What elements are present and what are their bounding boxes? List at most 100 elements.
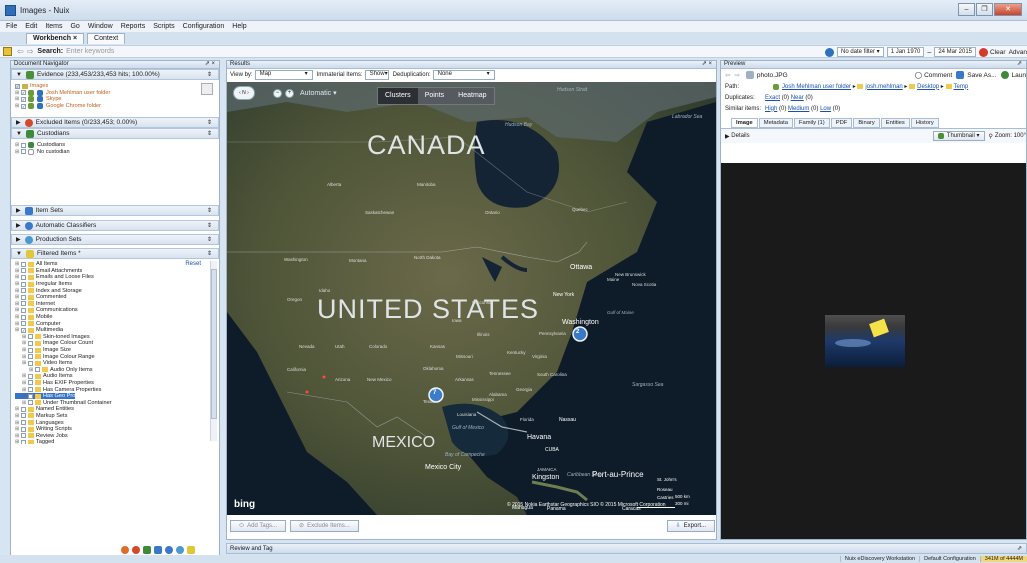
- custodian-item[interactable]: ⊞ Custodians: [15, 142, 219, 149]
- filter-tree-item[interactable]: ⊞ Communications: [15, 307, 219, 314]
- expand-icon[interactable]: ⊞: [15, 288, 20, 294]
- tab-history[interactable]: History: [910, 118, 939, 128]
- menu-help[interactable]: Help: [232, 23, 246, 30]
- expand-icon[interactable]: ⊞: [22, 360, 27, 366]
- exact-link[interactable]: Exact: [765, 95, 780, 101]
- filter-checkbox[interactable]: [21, 413, 26, 419]
- filter-tree-item[interactable]: ⊞ Computer: [15, 320, 219, 327]
- filter-tree-item[interactable]: ⊞ Has Camera Properties: [15, 386, 219, 393]
- menu-reports[interactable]: Reports: [121, 23, 146, 30]
- comment-icon[interactable]: ◯: [915, 71, 922, 79]
- date-filter-select[interactable]: No date filter ▾: [836, 47, 884, 57]
- filter-tree-item[interactable]: ⊞ ✓ Multimedia: [15, 327, 219, 334]
- sort-icon[interactable]: ⇕: [207, 236, 212, 243]
- filter-checkbox[interactable]: [21, 281, 26, 287]
- sort-icon[interactable]: ⇕: [207, 119, 212, 126]
- sort-icon[interactable]: ⇕: [207, 207, 212, 214]
- thumbnail-select[interactable]: Thumbnail ▾: [932, 131, 985, 141]
- panel-menu-icon[interactable]: ⇗: [1017, 544, 1022, 554]
- panel-menu-icon[interactable]: ⇗ ×: [702, 61, 712, 68]
- expand-icon[interactable]: ⊞: [15, 307, 20, 313]
- map-view[interactable]: ‹ N › − + Automatic ▾ Clusters Points He…: [227, 82, 716, 515]
- zoom-level[interactable]: Zoom: 100°: [995, 133, 1026, 139]
- filter-tree-item[interactable]: ⊞ Email Attachments: [15, 268, 219, 275]
- near-link[interactable]: Near: [791, 95, 804, 101]
- advanced-button[interactable]: Advan: [1009, 49, 1027, 56]
- menu-items[interactable]: Items: [45, 23, 62, 30]
- expand-icon[interactable]: ⊞: [15, 268, 20, 274]
- expand-icon[interactable]: ⊞: [22, 340, 27, 346]
- immaterial-select[interactable]: Show ▾: [364, 69, 389, 80]
- filter-checkbox[interactable]: [21, 406, 26, 412]
- filter-checkbox[interactable]: [21, 261, 26, 267]
- production-sets-section-header[interactable]: ▶ Production Sets ⇕: [11, 234, 219, 245]
- expand-icon[interactable]: ⊞: [15, 261, 20, 267]
- filter-tree-item[interactable]: ⊞ ✓ Has Geo Properties: [15, 392, 92, 400]
- expand-icon[interactable]: ⊞: [15, 433, 20, 439]
- excluded-section-header[interactable]: ▶ Excluded Items (0/233,453; 0.00%) ⇕: [11, 117, 219, 128]
- tab-family[interactable]: Family (1): [793, 118, 830, 128]
- search-toggle-icon[interactable]: [3, 47, 12, 56]
- expand-icon[interactable]: ⊞: [15, 420, 20, 426]
- expand-icon[interactable]: ⊞: [22, 347, 27, 353]
- expand-icon[interactable]: ⊞: [15, 314, 20, 320]
- panel-menu-icon[interactable]: ⇗ ×: [205, 61, 215, 68]
- filter-checkbox[interactable]: [21, 420, 26, 426]
- toolbar-icon[interactable]: [121, 546, 129, 554]
- expand-icon[interactable]: ⊞: [15, 406, 20, 412]
- menu-window[interactable]: Window: [88, 23, 113, 30]
- filter-checkbox[interactable]: [28, 347, 33, 353]
- cluster-marker[interactable]: 7: [433, 390, 436, 396]
- toolbar-icon[interactable]: [132, 546, 140, 554]
- filter-checkbox[interactable]: [21, 301, 26, 307]
- expand-icon[interactable]: ⊞: [15, 327, 20, 333]
- pan-control[interactable]: ‹ N ›: [233, 86, 255, 100]
- filter-checkbox[interactable]: [28, 380, 33, 386]
- filter-checkbox[interactable]: [28, 373, 33, 379]
- expand-icon[interactable]: ⊞: [22, 387, 27, 393]
- filter-checkbox[interactable]: ✓: [21, 327, 26, 333]
- zoom-icon[interactable]: ⚲: [989, 133, 993, 140]
- expand-icon[interactable]: ⊞: [15, 274, 20, 280]
- filter-checkbox[interactable]: [35, 367, 40, 373]
- review-and-tag-bar[interactable]: Review and Tag ⇗: [226, 543, 1027, 554]
- clusters-button[interactable]: Clusters: [378, 88, 418, 104]
- menu-configuration[interactable]: Configuration: [183, 23, 225, 30]
- close-button[interactable]: ✕: [994, 3, 1022, 16]
- toolbar-icon[interactable]: [143, 546, 151, 554]
- zoom-in-icon[interactable]: +: [285, 88, 294, 98]
- medium-link[interactable]: Medium: [788, 106, 809, 112]
- filter-tree-item[interactable]: ⊞ Audio Only Items: [15, 367, 219, 374]
- back-arrow-icon[interactable]: ⇦: [17, 47, 24, 56]
- tab-pdf[interactable]: PDF: [830, 118, 853, 128]
- filter-tree-item[interactable]: ⊞ Image Colour Count: [15, 340, 219, 347]
- filter-tree-item[interactable]: ⊞ Languages: [15, 419, 219, 426]
- cluster-marker[interactable]: 2: [576, 329, 579, 335]
- filter-checkbox[interactable]: [28, 400, 33, 406]
- export-button[interactable]: ⇩ Export...: [666, 520, 715, 532]
- tab-context[interactable]: Context: [87, 33, 126, 44]
- filter-tree-item[interactable]: ⊞ Emails and Loose Files: [15, 274, 219, 281]
- filter-tree-item[interactable]: ⊞ Tagged: [15, 439, 219, 444]
- filter-tree-item[interactable]: ⊞ Image Colour Range: [15, 353, 219, 360]
- filter-tree-item[interactable]: ⊞ Review Jobs: [15, 432, 219, 439]
- custodian-item[interactable]: ⊞ No custodian: [15, 148, 219, 156]
- filter-checkbox[interactable]: ✓: [28, 393, 33, 399]
- evidence-item[interactable]: ⊞ ✓ Skype: [15, 96, 219, 103]
- date-from-field[interactable]: 1 Jan 1970: [886, 47, 925, 57]
- filter-checkbox[interactable]: [28, 334, 33, 340]
- filter-checkbox[interactable]: [21, 439, 26, 444]
- filter-tree-item[interactable]: ⊞ Has EXIF Properties: [15, 380, 219, 387]
- menu-file[interactable]: File: [6, 23, 17, 30]
- expand-icon[interactable]: ⊞: [29, 367, 34, 373]
- toolbar-icon[interactable]: [165, 546, 173, 554]
- tab-binary[interactable]: Binary: [853, 118, 880, 128]
- high-link[interactable]: High: [765, 106, 777, 112]
- filtered-items-section-header[interactable]: ▼ Filtered Items * ⇕: [11, 248, 219, 259]
- evidence-item[interactable]: ⊞ ✓ Google Chrome folder: [15, 103, 219, 110]
- filter-tree-item[interactable]: ⊞ Video Items: [15, 360, 219, 367]
- filter-checkbox[interactable]: [28, 387, 33, 393]
- classifiers-section-header[interactable]: ▶ Automatic Classifiers ⇕: [11, 220, 219, 231]
- filter-checkbox[interactable]: [28, 360, 33, 366]
- filter-checkbox[interactable]: [21, 288, 26, 294]
